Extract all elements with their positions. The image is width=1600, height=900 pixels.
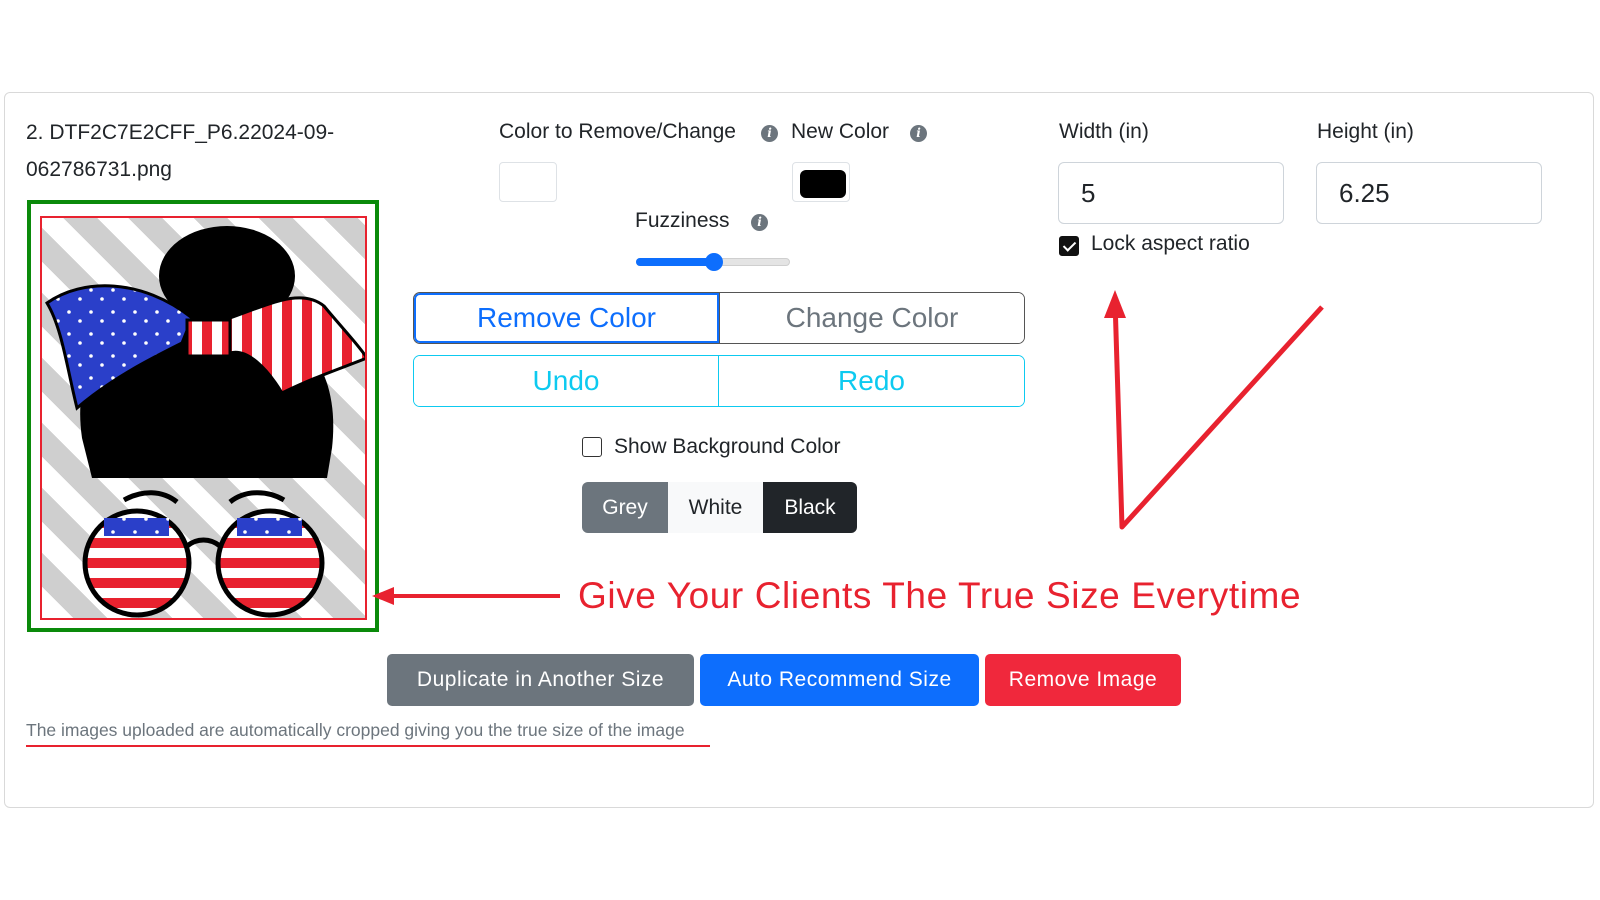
footnote-underline: [26, 745, 710, 747]
annotation-arrows: [372, 290, 1324, 605]
check-arrow-icon: [1104, 290, 1324, 530]
duplicate-size-button[interactable]: Duplicate in Another Size: [387, 654, 694, 706]
left-arrow-icon: [372, 587, 560, 605]
auto-recommend-size-button[interactable]: Auto Recommend Size: [700, 654, 979, 706]
remove-image-button[interactable]: Remove Image: [985, 654, 1181, 706]
crop-footnote: The images uploaded are automatically cr…: [26, 720, 685, 740]
annotation-text: Give Your Clients The True Size Everytim…: [578, 575, 1302, 616]
